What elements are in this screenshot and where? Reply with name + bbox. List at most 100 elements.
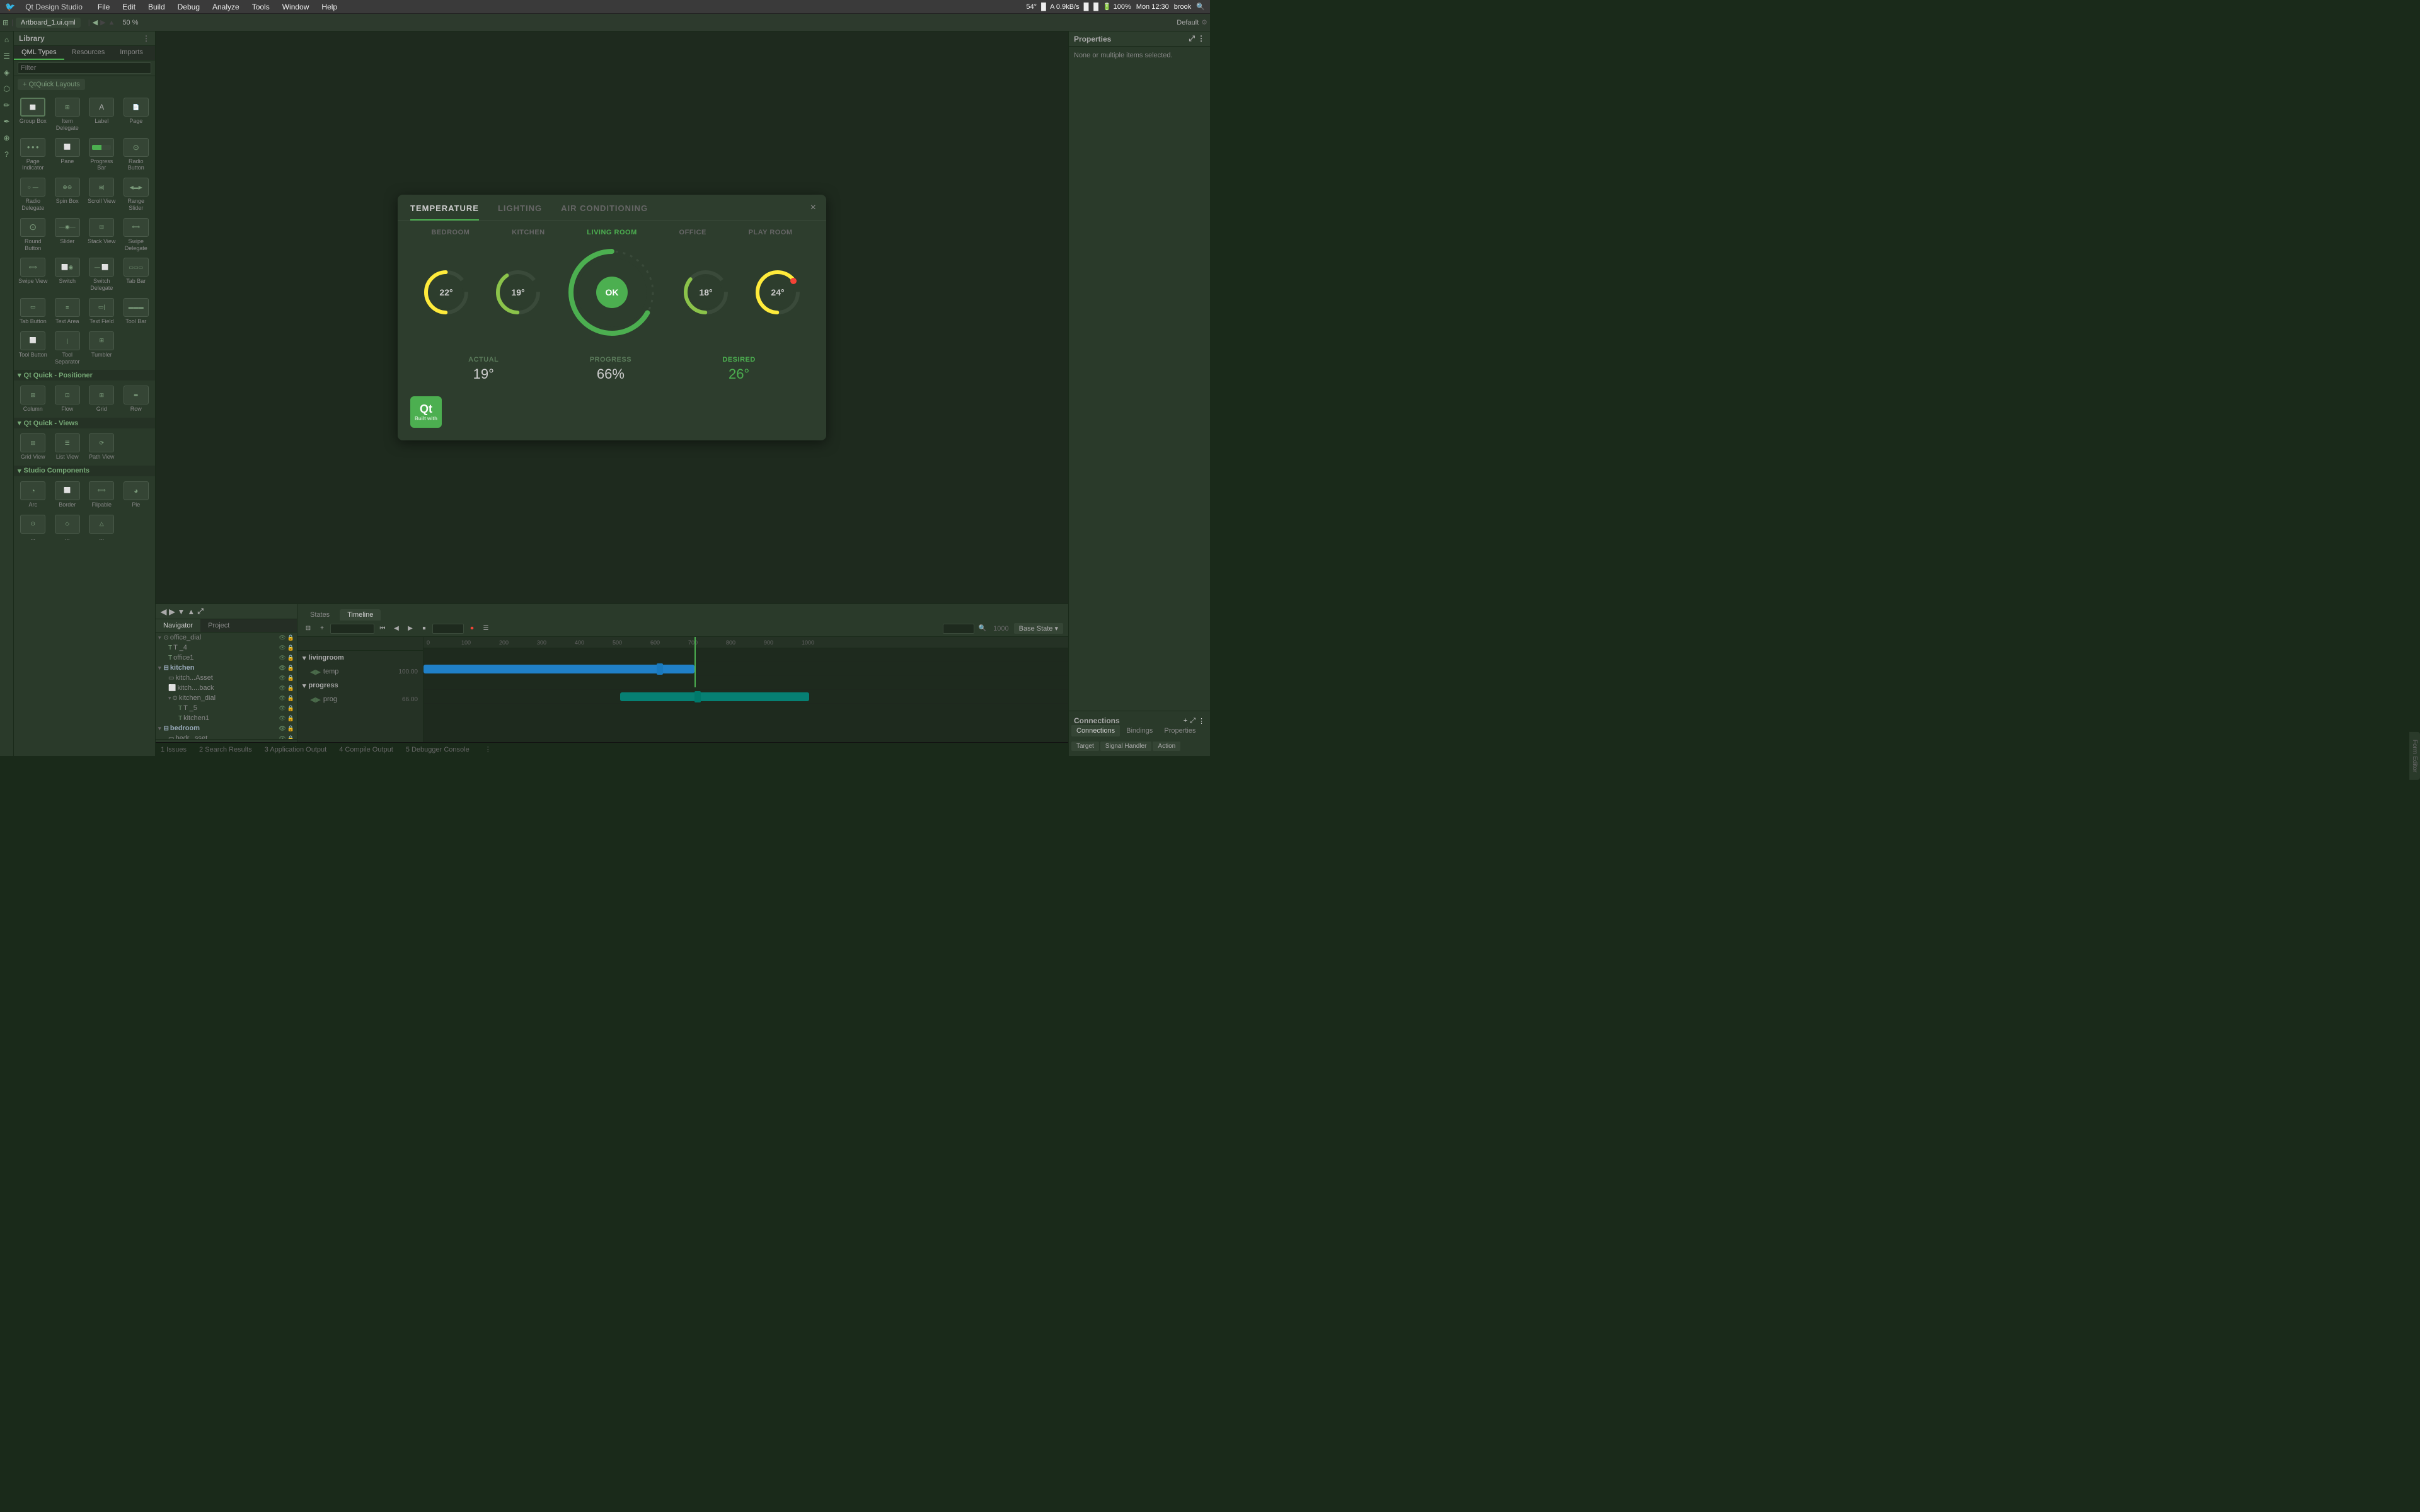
library-item-tabbar[interactable]: ▭▭▭ Tab Bar xyxy=(120,255,153,294)
conn-tab-connections[interactable]: Connections xyxy=(1071,725,1120,736)
add-qtquick-layouts-btn[interactable]: + QtQuick Layouts xyxy=(18,79,85,90)
library-item-swipedelegate[interactable]: ⟺ Swipe Delegate xyxy=(120,215,153,255)
library-item-flipable[interactable]: ⟺ Flipable xyxy=(85,479,118,511)
library-item-radiodelegate[interactable]: ○ — Radio Delegate xyxy=(16,175,50,214)
library-item-border[interactable]: ⬜ Border xyxy=(51,479,84,511)
sh-tab-lighting[interactable]: LIGHTING xyxy=(498,203,542,220)
tree-eye-bedroom[interactable]: 👁 xyxy=(279,725,285,732)
library-item-pageindicator[interactable]: ● ● ● Page Indicator xyxy=(16,135,50,175)
track-label-prog[interactable]: ◀▶ prog 66.00 xyxy=(297,692,423,706)
menu-window[interactable]: Window xyxy=(280,3,312,11)
menu-debug[interactable]: Debug xyxy=(175,3,202,11)
design-mode-select[interactable]: Default xyxy=(1177,19,1199,26)
sh-room-bedroom[interactable]: BEDROOM xyxy=(431,229,470,236)
toolbar-settings-icon[interactable]: ⚙ xyxy=(1201,18,1207,26)
tree-lock-bedrasset[interactable]: 🔒 xyxy=(287,735,294,740)
tree-lock-kitchasset[interactable]: 🔒 xyxy=(287,675,294,682)
sh-room-playroom[interactable]: PLAY ROOM xyxy=(749,229,793,236)
library-item-slider[interactable]: —◉— Slider xyxy=(51,215,84,255)
track-bar-prog[interactable] xyxy=(620,692,809,701)
tree-eye-kitchendial[interactable]: 👁 xyxy=(279,695,285,702)
conn-tab-bindings[interactable]: Bindings xyxy=(1121,725,1158,736)
library-item-toolbar[interactable]: ▬▬▬ Tool Bar xyxy=(120,295,153,328)
library-item-page[interactable]: 📄 Page xyxy=(120,95,153,134)
tree-item-t5[interactable]: T T _5 👁 🔒 xyxy=(156,703,297,713)
library-item-spinbox[interactable]: ⊕⊖ Spin Box xyxy=(51,175,84,214)
tree-lock-t4[interactable]: 🔒 xyxy=(287,644,294,651)
tree-item-kitchen[interactable]: ▾ ⊟ kitchen 👁 🔒 xyxy=(156,663,297,673)
timeline-state-select[interactable]: Base State ▾ xyxy=(1014,623,1063,634)
toolbar-icon-grid[interactable]: ⊞ xyxy=(3,18,9,27)
tree-lock-kitchen[interactable]: 🔒 xyxy=(287,665,294,672)
tree-eye-kitchen[interactable]: 👁 xyxy=(279,665,285,672)
library-item-row[interactable]: ⬌ Row xyxy=(120,383,153,415)
library-item-textfield[interactable]: ▭| Text Field xyxy=(85,295,118,328)
conn-sub-target[interactable]: Target xyxy=(1071,742,1099,751)
sh-room-kitchen[interactable]: KITCHEN xyxy=(512,229,544,236)
connections-add-icon[interactable]: + xyxy=(1184,717,1187,725)
tree-item-bedrasset[interactable]: ▭ bedr...sset 👁 🔒 xyxy=(156,733,297,739)
library-item-column[interactable]: ⊞ Column xyxy=(16,383,50,415)
icon-bar-tools[interactable]: ✏ xyxy=(1,100,13,111)
conn-sub-action[interactable]: Action xyxy=(1153,742,1180,751)
library-item-toolseparator[interactable]: | Tool Separator xyxy=(51,329,84,368)
library-item-radiobutton[interactable]: ⊙ Radio Button xyxy=(120,135,153,175)
conn-sub-signal[interactable]: Signal Handler xyxy=(1100,742,1152,751)
sh-room-office[interactable]: OFFICE xyxy=(679,229,706,236)
library-item-grid[interactable]: ⊞ Grid xyxy=(85,383,118,415)
timeline-add-btn[interactable]: + xyxy=(316,623,328,634)
connections-options-icon[interactable]: ⋮ xyxy=(1198,717,1205,725)
library-filter-input[interactable] xyxy=(18,62,151,74)
icon-bar-components[interactable]: ◈ xyxy=(1,67,13,78)
status-appoutput[interactable]: 3 Application Output xyxy=(265,746,326,753)
toolbar-nav-up[interactable]: ▲ xyxy=(108,19,115,26)
library-item-studio-more[interactable]: ⊙ ... xyxy=(16,512,50,544)
library-item-groupbox[interactable]: ⬜ Group Box xyxy=(16,95,50,134)
search-icon[interactable]: 🔍 xyxy=(1196,3,1205,11)
icon-bar-assets[interactable]: ⬡ xyxy=(1,83,13,94)
library-item-switch[interactable]: ⬜◉ Switch xyxy=(51,255,84,294)
tree-lock-kitchendial[interactable]: 🔒 xyxy=(287,695,294,702)
timeline-search-btn[interactable]: 🔍 xyxy=(977,623,988,634)
tree-lock-office1[interactable]: 🔒 xyxy=(287,655,294,662)
menu-tools[interactable]: Tools xyxy=(250,3,272,11)
library-item-flow[interactable]: ⊡ Flow xyxy=(51,383,84,415)
status-debugger[interactable]: 5 Debugger Console xyxy=(406,746,470,753)
nav-tab-navigator[interactable]: Navigator xyxy=(156,619,200,632)
timeline-step-back-btn[interactable]: ◀ xyxy=(391,623,402,634)
status-options-icon[interactable]: ⋮ xyxy=(485,745,492,753)
tab-states[interactable]: States xyxy=(302,609,337,621)
timeline-toggle-btn[interactable]: ⊟ xyxy=(302,623,314,634)
library-item-roundbutton[interactable]: ⊙ Round Button xyxy=(16,215,50,255)
tree-lock-kitchback[interactable]: 🔒 xyxy=(287,685,294,692)
library-item-label[interactable]: A Label xyxy=(85,95,118,134)
tree-item-office1[interactable]: T office1 👁 🔒 xyxy=(156,653,297,663)
status-search[interactable]: 2 Search Results xyxy=(199,746,252,753)
properties-expand-icon[interactable]: ⤢ xyxy=(1189,34,1195,43)
track-label-temp[interactable]: ◀▶ temp 100.00 xyxy=(297,665,423,679)
sh-close-button[interactable]: × xyxy=(810,202,816,214)
library-item-scrollview[interactable]: ⊞| Scroll View xyxy=(85,175,118,214)
library-item-gridview[interactable]: ⊞ Grid View xyxy=(16,431,50,463)
status-compileoutput[interactable]: 4 Compile Output xyxy=(339,746,393,753)
library-item-listview[interactable]: ☰ List View xyxy=(51,431,84,463)
tree-eye-kitchback[interactable]: 👁 xyxy=(279,685,285,692)
section-views[interactable]: ▾ Qt Quick - Views xyxy=(14,418,155,428)
library-tab-imports[interactable]: Imports xyxy=(112,46,151,60)
tree-eye-t4[interactable]: 👁 xyxy=(279,644,285,651)
timeline-position-input[interactable]: 0 xyxy=(943,624,974,634)
tree-eye-kitchen1[interactable]: 👁 xyxy=(279,715,285,722)
library-options-icon[interactable]: ⋮ xyxy=(142,34,150,43)
navigator-arrow-right[interactable]: ▶ xyxy=(169,607,175,616)
timeline-record-btn[interactable]: ⏺ xyxy=(466,623,478,634)
tree-item-kitchasset[interactable]: ▭ kitch...Asset 👁 🔒 xyxy=(156,673,297,683)
icon-bar-pencil[interactable]: ✒ xyxy=(1,116,13,127)
menu-file[interactable]: File xyxy=(95,3,112,11)
library-item-switchdelegate[interactable]: — ⬜ Switch Delegate xyxy=(85,255,118,294)
tree-item-kitchback[interactable]: ⬜ kitch....back 👁 🔒 xyxy=(156,683,297,693)
tree-eye-office1[interactable]: 👁 xyxy=(279,655,285,662)
tree-item-kitchendial[interactable]: ▾ ⊙ kitchen_dial 👁 🔒 xyxy=(156,693,297,703)
navigator-arrow-down[interactable]: ▼ xyxy=(177,607,185,616)
section-positioner[interactable]: ▾ Qt Quick - Positioner xyxy=(14,370,155,381)
library-item-rangeslider[interactable]: ◀▬▶ Range Slider xyxy=(120,175,153,214)
